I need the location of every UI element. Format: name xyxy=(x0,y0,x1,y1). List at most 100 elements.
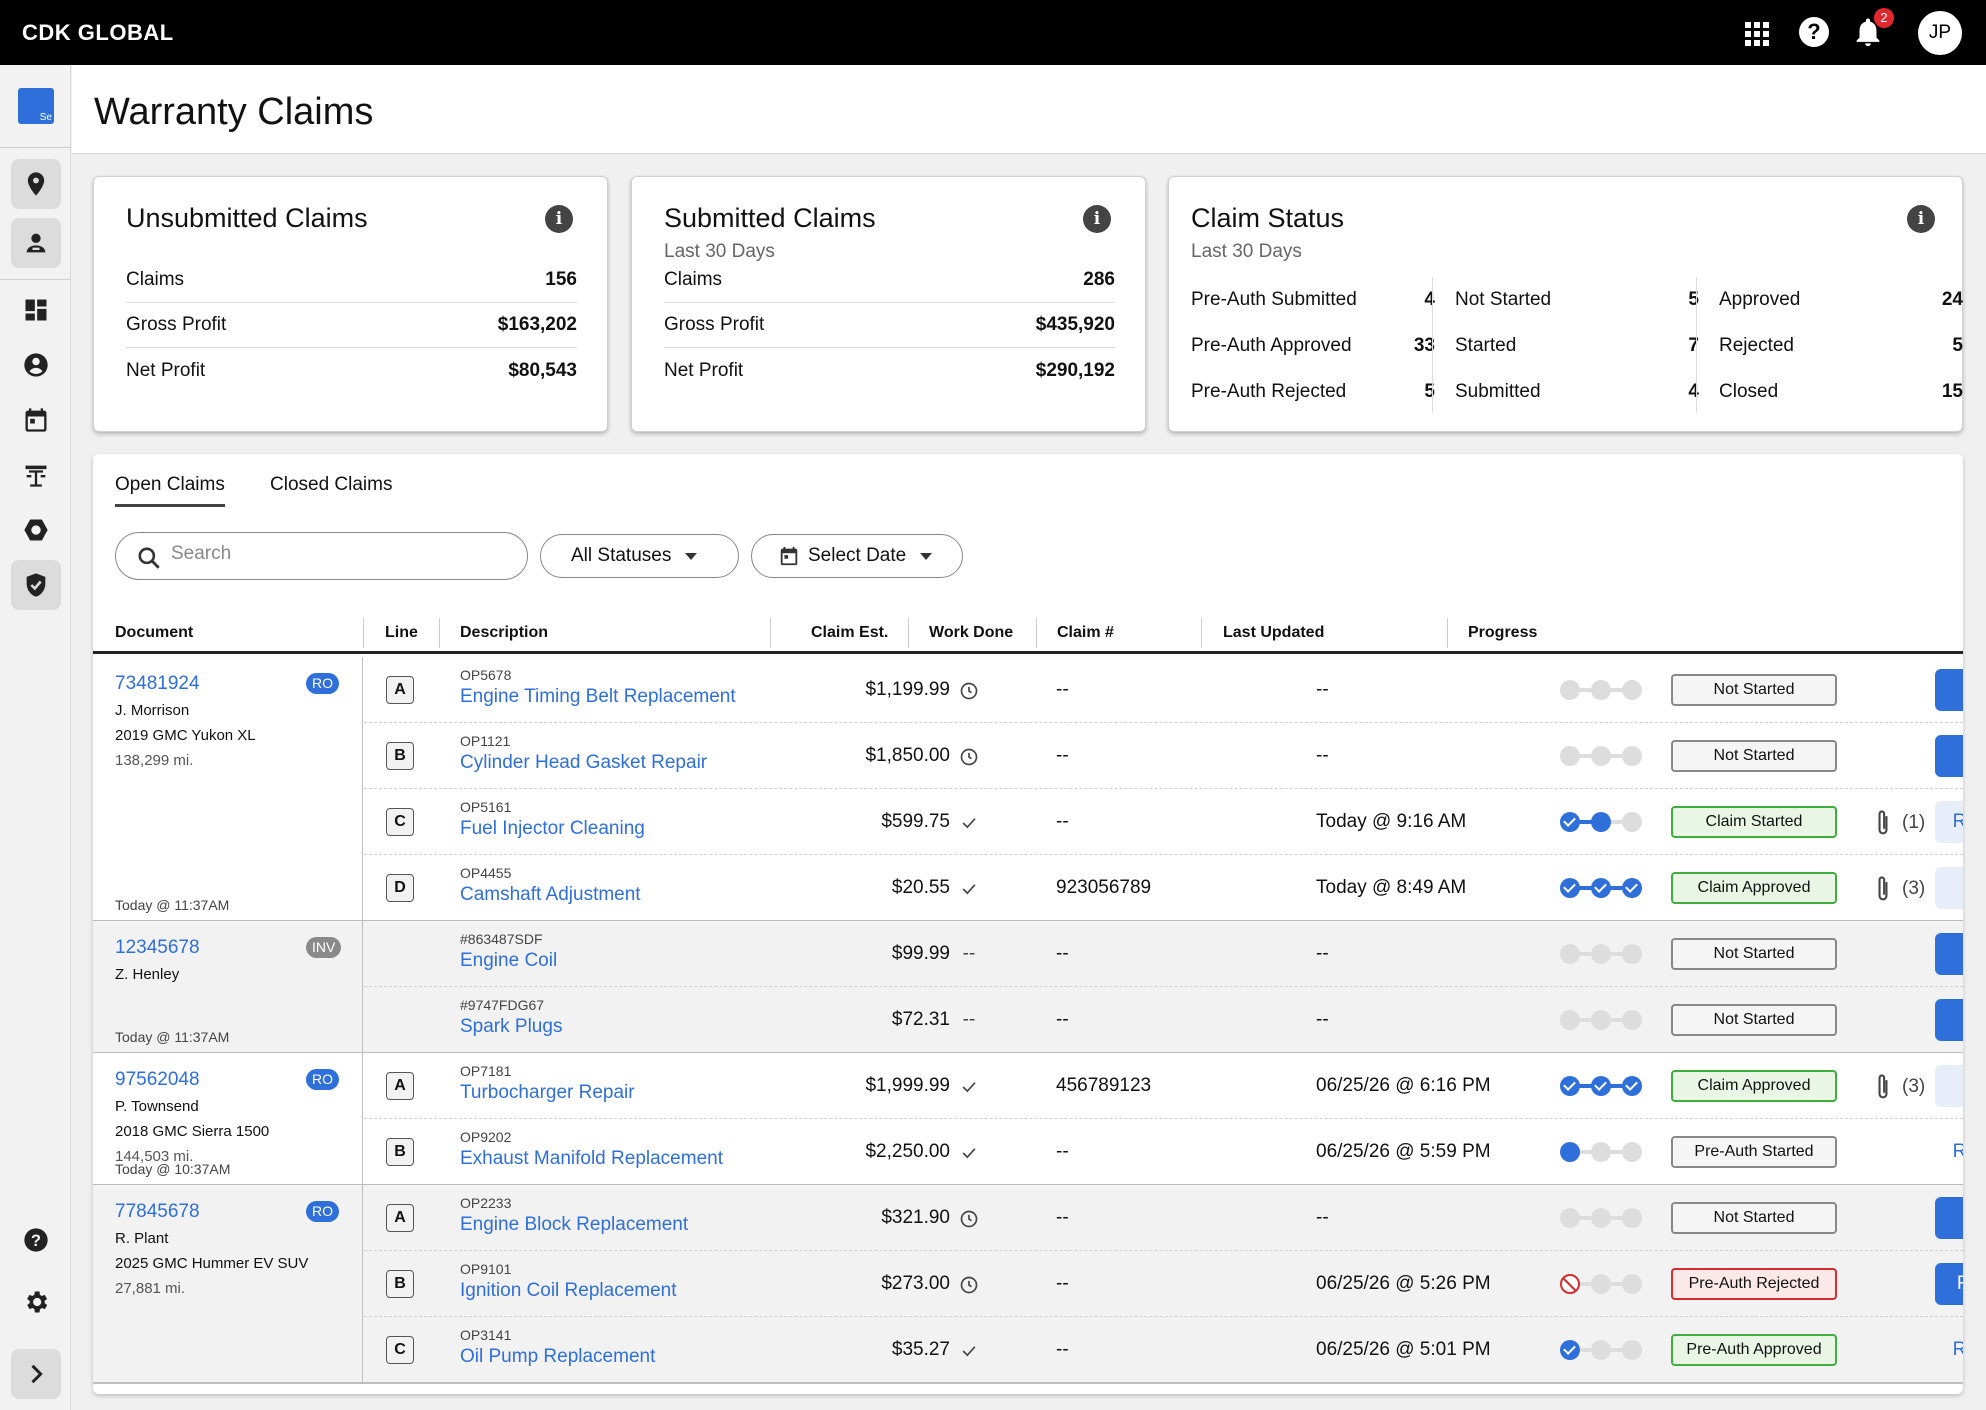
progress-step xyxy=(1560,1010,1580,1030)
column-header[interactable]: Last Updated xyxy=(1223,624,1324,642)
description-link[interactable]: Engine Block Replacement xyxy=(460,1214,688,1236)
table-row: A OP5678 Engine Timing Belt Replacement $1,… xyxy=(364,657,1963,723)
checkmark-icon xyxy=(954,1075,984,1103)
last-updated: 06/25/26 @ 6:16 PM xyxy=(1316,1075,1491,1096)
status-badge: Not Started xyxy=(1671,1004,1837,1036)
location-pin-icon[interactable] xyxy=(11,159,61,209)
column-header[interactable]: Document xyxy=(115,624,193,642)
parts-hex-icon[interactable] xyxy=(11,505,61,555)
card-title: Claim Status xyxy=(1191,203,1345,233)
column-header[interactable]: Claim # xyxy=(1057,624,1114,642)
search-box[interactable] xyxy=(115,532,528,580)
progress-stepper xyxy=(1560,944,1642,964)
description-link[interactable]: Exhaust Manifold Replacement xyxy=(460,1148,723,1170)
start-button[interactable]: Start xyxy=(1935,999,1963,1041)
resume-button[interactable]: Resume xyxy=(1935,801,1963,843)
claims-panel: Open Claims Closed Claims All Statuses S… xyxy=(93,454,1963,1394)
warranty-shield-icon[interactable] xyxy=(11,560,61,610)
start-button[interactable]: Start xyxy=(1935,933,1963,975)
line-letter: C xyxy=(386,1336,414,1364)
dashboard-icon[interactable] xyxy=(11,285,61,335)
line-letter: A xyxy=(386,676,414,704)
settings-gear-icon[interactable] xyxy=(11,1277,61,1327)
user-profile-icon[interactable] xyxy=(11,340,61,390)
claim-number: -- xyxy=(1056,943,1069,964)
resume-button[interactable]: Resume xyxy=(1935,1131,1963,1173)
document-link[interactable]: 97562048 xyxy=(115,1069,200,1091)
user-avatar[interactable]: JP xyxy=(1918,11,1962,55)
op-code: OP5678 xyxy=(460,667,512,683)
start-button[interactable]: Start xyxy=(1935,735,1963,777)
status-filter-dropdown[interactable]: All Statuses xyxy=(540,534,739,578)
group-divider xyxy=(93,1382,1963,1384)
description-link[interactable]: Oil Pump Replacement xyxy=(460,1346,655,1368)
customer-account-icon[interactable] xyxy=(11,218,61,268)
resume-button[interactable]: Resume xyxy=(1935,1329,1963,1371)
document-link[interactable]: 73481924 xyxy=(115,673,200,695)
document-timestamp: Today @ 11:37AM xyxy=(115,1029,230,1045)
stat-row: Net Profit $80,543 xyxy=(126,359,577,381)
info-icon[interactable]: i xyxy=(1083,205,1111,233)
checkmark-icon xyxy=(954,811,984,839)
document-type-badge: INV xyxy=(306,937,342,958)
table-row: #9747FDG67 Spark Plugs $72.31 -- -- -- Not Sta… xyxy=(364,987,1963,1053)
description-link[interactable]: Ignition Coil Replacement xyxy=(460,1280,677,1302)
claim-estimate: $2,250.00 xyxy=(865,1141,950,1162)
attachments[interactable]: (1) xyxy=(1874,808,1925,838)
attachments[interactable]: (3) xyxy=(1874,874,1925,904)
description-link[interactable]: Cylinder Head Gasket Repair xyxy=(460,752,707,774)
tab-open-claims[interactable]: Open Claims xyxy=(115,474,225,507)
paperclip-icon xyxy=(1878,876,1888,901)
app-switcher-tile[interactable]: Se xyxy=(11,81,61,131)
column-header[interactable]: Work Done xyxy=(929,624,1013,642)
last-updated: 06/25/26 @ 5:01 PM xyxy=(1316,1339,1491,1360)
column-header[interactable]: Line xyxy=(385,624,418,642)
brand-logo: CDK GLOBAL xyxy=(22,20,174,45)
claim-number: -- xyxy=(1056,811,1069,832)
document-type-badge: RO xyxy=(306,1201,339,1222)
progress-check-icon xyxy=(1560,1340,1580,1360)
vehicle-lift-icon[interactable] xyxy=(11,450,61,500)
description-link[interactable]: Spark Plugs xyxy=(460,1016,562,1038)
start-button[interactable]: Start xyxy=(1935,669,1963,711)
expand-rail-chevron-icon[interactable] xyxy=(11,1349,61,1399)
review-button[interactable]: Review xyxy=(1935,1263,1963,1305)
attachment-count: (3) xyxy=(1902,1076,1926,1097)
description-link[interactable]: Fuel Injector Cleaning xyxy=(460,818,645,840)
tab-closed-claims[interactable]: Closed Claims xyxy=(270,474,392,504)
description-link[interactable]: Turbocharger Repair xyxy=(460,1082,635,1104)
description-link[interactable]: Camshaft Adjustment xyxy=(460,884,641,906)
claim-number: -- xyxy=(1056,679,1069,700)
stat-row: Claims 156 xyxy=(126,258,577,303)
last-updated: -- xyxy=(1316,679,1329,700)
claim-number: -- xyxy=(1056,745,1069,766)
claim-estimate: $99.99 xyxy=(891,943,950,964)
last-updated: 06/25/26 @ 5:26 PM xyxy=(1316,1273,1491,1294)
column-header[interactable]: Claim Est. xyxy=(811,624,888,642)
progress-step xyxy=(1591,746,1611,766)
progress-check-icon xyxy=(1560,1076,1580,1096)
apps-grid-icon[interactable] xyxy=(1738,15,1772,49)
help-circle-icon[interactable]: ? xyxy=(11,1215,61,1265)
document-link[interactable]: 12345678 xyxy=(115,937,200,959)
help-icon[interactable]: ? xyxy=(1799,17,1829,47)
column-header[interactable]: Progress xyxy=(1468,624,1537,642)
progress-stepper xyxy=(1560,1208,1642,1228)
calendar-icon xyxy=(780,546,798,566)
stat-row: Gross Profit $435,920 xyxy=(664,303,1115,348)
attachments[interactable]: (3) xyxy=(1874,1072,1925,1102)
info-icon[interactable]: i xyxy=(545,205,573,233)
info-icon[interactable]: i xyxy=(1907,205,1935,233)
column-header[interactable]: Description xyxy=(460,624,548,642)
start-button[interactable]: Start xyxy=(1935,1197,1963,1239)
progress-step xyxy=(1622,746,1642,766)
search-input[interactable] xyxy=(171,543,511,565)
description-link[interactable]: Engine Coil xyxy=(460,950,557,972)
date-filter-dropdown[interactable]: Select Date xyxy=(751,534,963,578)
progress-check-icon xyxy=(1560,812,1580,832)
view-button[interactable]: View xyxy=(1935,867,1963,909)
calendar-icon[interactable] xyxy=(11,395,61,445)
description-link[interactable]: Engine Timing Belt Replacement xyxy=(460,686,736,708)
view-button[interactable]: View xyxy=(1935,1065,1963,1107)
document-link[interactable]: 77845678 xyxy=(115,1201,200,1223)
